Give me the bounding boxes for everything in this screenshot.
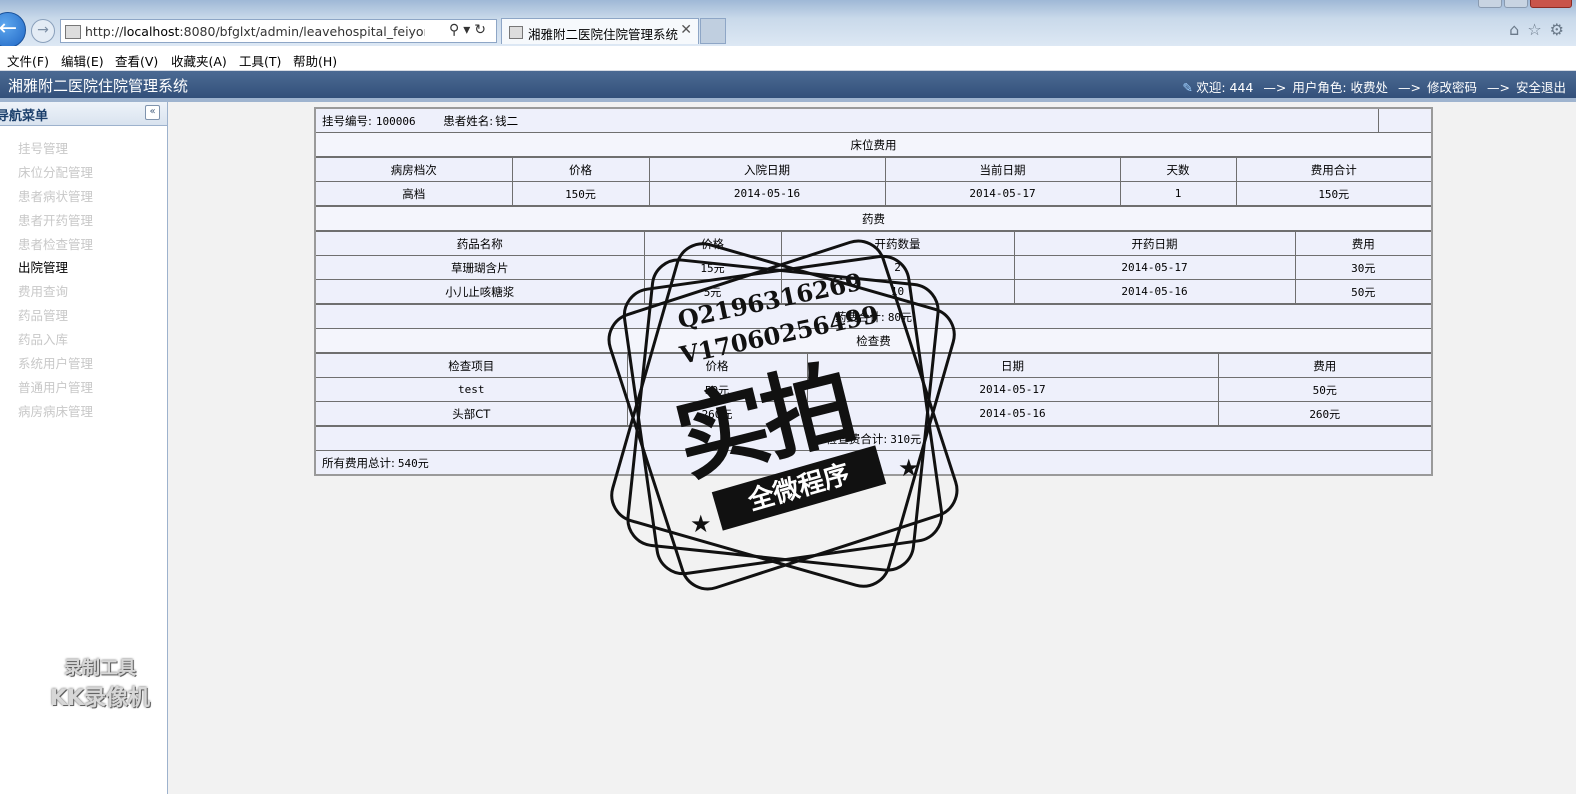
tab-title: 湘雅附二医院住院管理系统 xyxy=(528,27,679,42)
drug-total: 药费合计: 80元 xyxy=(314,304,1433,329)
menu-edit[interactable]: 编辑(E) xyxy=(61,51,104,70)
sidebar-title: 导航菜单 xyxy=(0,109,49,124)
window-close-icon[interactable] xyxy=(1530,0,1572,8)
sidebar-item-drug-stock-in[interactable]: 药品入库 xyxy=(18,329,93,353)
exam-fee-table: 检查项目 价格 日期 费用 test 50元 2014-05-17 50元 头部… xyxy=(316,353,1431,426)
arrow-separator: —> xyxy=(1263,80,1287,95)
star-icon: ★ xyxy=(690,510,712,538)
sidebar-item-patient-condition[interactable]: 患者病状管理 xyxy=(18,186,93,210)
logout-link[interactable]: 安全退出 xyxy=(1516,80,1566,95)
exam-section-title: 检查费 xyxy=(314,328,1433,353)
new-tab-button[interactable] xyxy=(700,18,726,44)
sidebar-header: 导航菜单 « xyxy=(0,102,167,126)
menu-favorites[interactable]: 收藏夹(A) xyxy=(171,51,227,70)
blank-cell xyxy=(1378,107,1433,133)
patient-name: 钱二 xyxy=(495,113,519,128)
bed-section-title: 床位费用 xyxy=(314,132,1433,157)
table-row: 草珊瑚含片 15元 2 2014-05-17 30元 xyxy=(316,255,1431,280)
browser-tab[interactable]: 湘雅附二医院住院管理系统 ✕ xyxy=(501,18,699,44)
sidebar-item-registration[interactable]: 挂号管理 xyxy=(18,138,93,162)
table-row: 头部CT 260元 2014-05-16 260元 xyxy=(316,401,1431,426)
menu-file[interactable]: 文件(F) xyxy=(7,51,49,70)
sidebar-item-wards-beds[interactable]: 病房病床管理 xyxy=(18,401,93,425)
window-controls[interactable] xyxy=(1476,0,1572,11)
drug-section-title: 药费 xyxy=(314,206,1433,231)
exam-total: 检查费合计: 310元 xyxy=(314,426,1433,451)
menu-tools[interactable]: 工具(T) xyxy=(239,51,281,70)
back-arrow-icon[interactable]: ← xyxy=(0,12,26,48)
table-header-row: 检查项目 价格 日期 费用 xyxy=(316,353,1431,378)
forward-arrow-icon[interactable]: → xyxy=(31,19,55,43)
app-title: 湘雅附二医院住院管理系统 xyxy=(8,77,189,95)
address-bar[interactable]: http://localhost:8080/bfglxt/admin/leave… xyxy=(60,19,497,43)
app-header: 湘雅附二医院住院管理系统 ✎ 欢迎: 444 —> 用户角色: 收费处 —> 修改密码… xyxy=(0,71,1576,98)
table-row: 小儿止咳糖浆 5元 10 2014-05-16 50元 xyxy=(316,279,1431,304)
sidebar-item-prescription[interactable]: 患者开药管理 xyxy=(18,210,93,234)
key-icon: ✎ xyxy=(1182,80,1193,95)
sidebar-item-normal-users[interactable]: 普通用户管理 xyxy=(18,377,93,401)
page-icon xyxy=(65,25,81,39)
arrow-separator: —> xyxy=(1398,80,1421,95)
patient-info-cell: 挂号编号: 100006 患者姓名: 钱二 xyxy=(314,107,1380,133)
patient-info-row: 挂号编号: 100006 患者姓名: 钱二 xyxy=(314,107,1433,133)
registration-number: 100006 xyxy=(375,114,416,128)
table-row: 高档 150元 2014-05-16 2014-05-17 1 150元 xyxy=(316,181,1431,206)
sidebar-item-examination[interactable]: 患者检查管理 xyxy=(18,234,93,258)
search-refresh-icons[interactable]: ⚲▾↻ xyxy=(449,22,490,38)
sidebar-item-bed-allocation[interactable]: 床位分配管理 xyxy=(18,162,93,186)
sidebar-item-discharge[interactable]: 出院管理 xyxy=(18,257,93,281)
sidebar-item-fee-query[interactable]: 费用查询 xyxy=(18,281,93,305)
user-role: 用户角色: 收费处 xyxy=(1292,80,1389,95)
sidebar: 导航菜单 « 挂号管理 床位分配管理 患者病状管理 患者开药管理 患者检查管理 … xyxy=(0,102,168,794)
menu-help[interactable]: 帮助(H) xyxy=(293,51,337,70)
fee-table: 挂号编号: 100006 患者姓名: 钱二 床位费用 病房档次 价格 入院日期 当前… xyxy=(314,107,1433,476)
home-star-gear-icons[interactable]: ⌂☆⚙ xyxy=(1509,20,1572,39)
drug-fee-table: 药品名称 价格 开药数量 开药日期 费用 草珊瑚含片 15元 2 2014-05… xyxy=(316,231,1431,304)
recorder-watermark: 录制工具 KK录像机 xyxy=(49,658,151,711)
sidebar-item-system-users[interactable]: 系统用户管理 xyxy=(18,353,93,377)
menu-view[interactable]: 查看(V) xyxy=(115,51,158,70)
url-text[interactable]: http://localhost:8080/bfglxt/admin/leave… xyxy=(85,24,425,39)
table-header-row: 药品名称 价格 开药数量 开药日期 费用 xyxy=(316,231,1431,256)
welcome-text: 欢迎: 444 xyxy=(1196,80,1254,95)
maximize-icon[interactable] xyxy=(1504,0,1528,8)
minimize-icon[interactable] xyxy=(1478,0,1502,8)
tab-page-icon xyxy=(509,26,523,39)
grand-total: 所有费用总计: 540元 xyxy=(314,450,1433,476)
change-password-link[interactable]: 修改密码 xyxy=(1427,80,1477,95)
close-icon[interactable]: ✕ xyxy=(680,22,692,38)
nav-menu: 挂号管理 床位分配管理 患者病状管理 患者开药管理 患者检查管理 出院管理 费用… xyxy=(18,138,93,425)
arrow-separator: —> xyxy=(1487,80,1510,95)
header-stripe xyxy=(0,98,1576,102)
sidebar-item-drug-management[interactable]: 药品管理 xyxy=(18,305,93,329)
menu-bar: 文件(F) 编辑(E) 查看(V) 收藏夹(A) 工具(T) 帮助(H) xyxy=(0,46,1576,71)
browser-chrome: ← → http://localhost:8080/bfglxt/admin/l… xyxy=(0,0,1576,48)
user-bar: ✎ 欢迎: 444 —> 用户角色: 收费处 —> 修改密码 —> 安全退出 xyxy=(1182,77,1566,96)
collapse-icon[interactable]: « xyxy=(145,105,160,120)
table-row: test 50元 2014-05-17 50元 xyxy=(316,377,1431,402)
table-header-row: 病房档次 价格 入院日期 当前日期 天数 费用合计 xyxy=(316,157,1431,182)
bed-fee-table: 病房档次 价格 入院日期 当前日期 天数 费用合计 高档 150元 2014-0… xyxy=(316,157,1431,206)
